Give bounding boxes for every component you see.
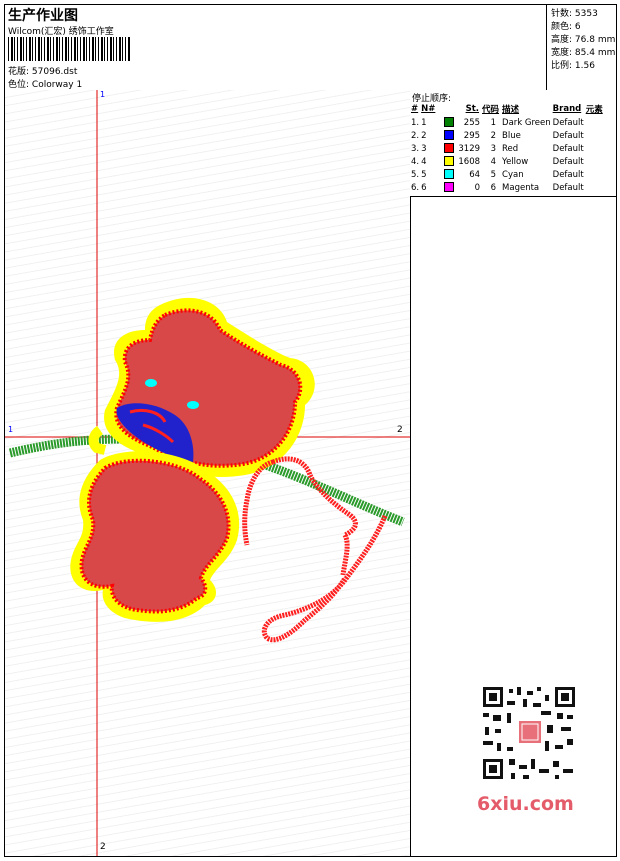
axis-bottom-label: 2 (100, 842, 106, 852)
barcode (8, 37, 130, 61)
production-worksheet: 生产作业图 Wilcom(汇宏) 绣饰工作室 花版: 57096.dst 色位:… (4, 4, 617, 857)
swatch-box (444, 156, 455, 167)
axis-left-label: 1 (8, 425, 14, 434)
row-index: 2. (411, 130, 420, 141)
color-swatch (438, 168, 458, 181)
stat-height: 高度: 76.8 mm (551, 35, 616, 45)
row-code: 1 (490, 117, 497, 128)
row-description: Blue (502, 130, 521, 141)
row-description: Magenta (502, 182, 540, 193)
color-swatch (438, 181, 458, 194)
row-needle: 3 (421, 143, 427, 154)
color-row: 2. 2 295 2 Blue Default (411, 129, 606, 142)
row-index: 5. (411, 169, 420, 180)
col-stitches: St. (465, 104, 480, 114)
row-stitches: 0 (474, 182, 481, 193)
row-index: 1. (411, 117, 420, 128)
col-swatch (438, 103, 458, 116)
embroidery-preview (5, 90, 410, 856)
row-needle: 4 (421, 156, 427, 167)
color-table: # N# St. 代码 描述 Brand 元素 1. 1 255 1 Dark Gree… (411, 103, 606, 194)
design-stats: 针数: 5353 颜色: 6 高度: 76.8 mm 宽度: 85.4 mm 比… (546, 5, 617, 90)
color-row: 5. 5 64 5 Cyan Default (411, 168, 606, 181)
color-row: 3. 3 3129 3 Red Default (411, 142, 606, 155)
stat-stitches: 针数: 5353 (551, 9, 598, 19)
design-file: 57096.dst (31, 67, 78, 77)
row-element (586, 116, 606, 129)
page-title: 生产作业图 (8, 8, 78, 24)
col-needle: N# (421, 104, 436, 114)
color-table-header: # N# St. 代码 描述 Brand 元素 (411, 103, 606, 116)
row-stitches: 3129 (458, 143, 481, 154)
swatch-box (444, 130, 455, 141)
swatch-box (444, 117, 455, 128)
row-description: Cyan (502, 169, 524, 180)
swatch-box (444, 143, 455, 154)
row-brand: Default (552, 156, 584, 167)
row-stitches: 295 (463, 130, 481, 141)
design-canvas: 1 1 2 2 (5, 90, 411, 856)
row-stitches: 255 (463, 117, 481, 128)
row-element (586, 142, 606, 155)
color-row: 4. 4 1608 4 Yellow Default (411, 155, 606, 168)
color-row: 6. 6 0 6 Magenta Default (411, 181, 606, 194)
stat-width: 宽度: 85.4 mm (551, 48, 616, 58)
bear-head (104, 297, 315, 478)
color-swatch (438, 142, 458, 155)
row-index: 4. (411, 156, 420, 167)
color-swatch (438, 129, 458, 142)
row-brand: Default (552, 182, 584, 193)
row-needle: 2 (421, 130, 427, 141)
row-brand: Default (552, 169, 584, 180)
row-stitches: 64 (469, 169, 481, 180)
row-code: 5 (490, 169, 497, 180)
color-swatch (438, 116, 458, 129)
row-needle: 5 (421, 169, 427, 180)
design-file-line: 花版: 57096.dst (8, 64, 77, 77)
col-brand: Brand (552, 104, 582, 114)
col-index: # (411, 104, 419, 114)
row-description: Yellow (502, 156, 529, 167)
row-stitches: 1608 (458, 156, 481, 167)
row-code: 3 (490, 143, 497, 154)
row-brand: Default (552, 130, 584, 141)
row-element (586, 181, 606, 194)
stat-colors: 颜色: 6 (551, 22, 581, 32)
header: 生产作业图 Wilcom(汇宏) 绣饰工作室 花版: 57096.dst 色位:… (5, 5, 616, 91)
row-brand: Default (552, 143, 584, 154)
row-element (586, 168, 606, 181)
swatch-box (444, 169, 455, 180)
watermark-site: 6xiu.com (477, 793, 574, 815)
colorway-value: Colorway 1 (31, 80, 83, 90)
color-swatch (438, 155, 458, 168)
swatch-box (444, 182, 455, 193)
row-description: Dark Green (502, 117, 551, 128)
row-code: 4 (490, 156, 497, 167)
col-code: 代码 (482, 105, 500, 115)
colorway-label: 色位: (8, 80, 30, 90)
colorway-line: 色位: Colorway 1 (8, 77, 82, 90)
row-code: 6 (490, 182, 497, 193)
row-element (586, 155, 606, 168)
col-description: 描述 (502, 105, 520, 115)
row-index: 6. (411, 182, 420, 193)
stop-sequence-panel: 停止顺序: # N# St. 代码 描述 Brand 元素 1. 1 255 1 Dar… (410, 90, 616, 197)
design-label: 花版: (8, 67, 30, 77)
row-element (586, 129, 606, 142)
row-brand: Default (552, 117, 584, 128)
row-code: 2 (490, 130, 497, 141)
qr-code (471, 685, 587, 785)
row-index: 3. (411, 143, 420, 154)
col-element: 元素 (585, 105, 603, 115)
axis-right-label: 2 (397, 425, 403, 435)
row-needle: 6 (421, 182, 427, 193)
axis-top-label: 1 (100, 90, 106, 99)
qr-code-image (481, 685, 577, 781)
row-needle: 1 (421, 117, 427, 128)
row-description: Red (502, 143, 519, 154)
stat-scale: 比例: 1.56 (551, 61, 595, 71)
page-subtitle: Wilcom(汇宏) 绣饰工作室 (8, 27, 114, 37)
color-row: 1. 1 255 1 Dark Green Default (411, 116, 606, 129)
